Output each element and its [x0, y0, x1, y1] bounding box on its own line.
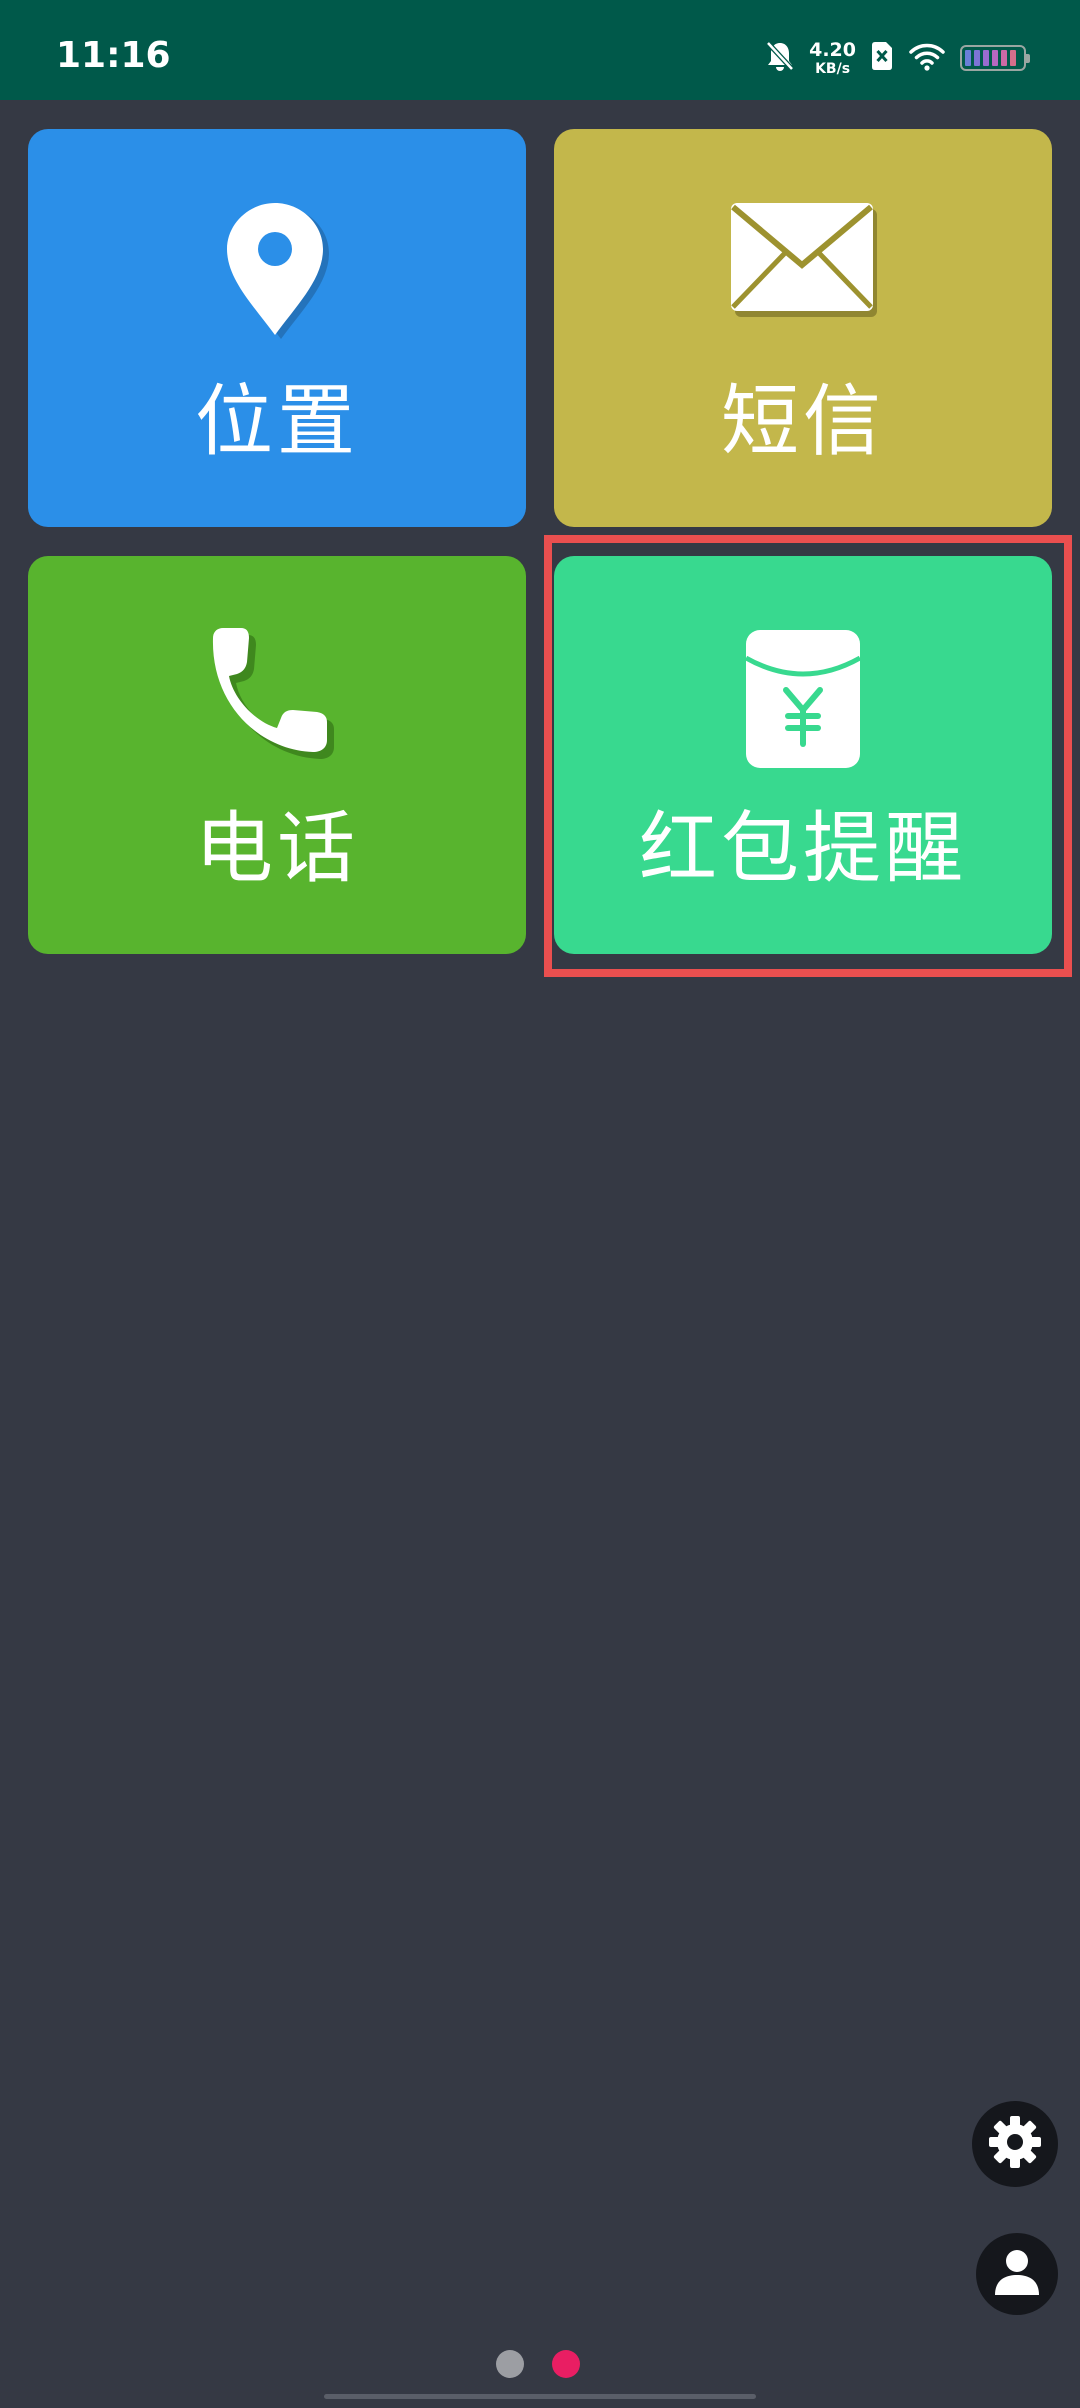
page-indicator	[496, 2350, 580, 2378]
battery-icon	[960, 45, 1030, 71]
envelope-icon	[729, 201, 877, 317]
net-speed: 4.20 KB/s	[809, 38, 856, 77]
user-icon	[992, 2247, 1042, 2301]
location-pin-icon	[225, 201, 329, 341]
page-dot[interactable]	[496, 2350, 524, 2378]
highlight-box	[544, 535, 1072, 977]
phone-label: 电话	[194, 804, 359, 894]
location-label: 位置	[194, 377, 359, 467]
sim-disabled-icon	[870, 41, 894, 75]
status-bar: 11:16 4.20 KB/s	[0, 0, 1080, 100]
profile-button[interactable]	[976, 2233, 1058, 2315]
home-indicator	[324, 2394, 756, 2399]
phone-tile[interactable]: 电话	[28, 556, 526, 954]
net-speed-unit: KB/s	[815, 60, 851, 77]
wifi-icon	[908, 41, 946, 75]
gear-icon	[987, 2114, 1043, 2174]
sms-tile[interactable]: 短信	[554, 129, 1052, 527]
page-dot-active[interactable]	[552, 2350, 580, 2378]
status-time: 11:16	[56, 35, 171, 76]
bell-muted-icon	[765, 40, 795, 76]
status-icons: 4.20 KB/s	[765, 38, 1030, 78]
sms-label: 短信	[720, 377, 885, 467]
settings-button[interactable]	[972, 2101, 1058, 2187]
net-speed-value: 4.20	[809, 38, 856, 61]
phone-handset-icon	[207, 628, 347, 768]
location-tile[interactable]: 位置	[28, 129, 526, 527]
